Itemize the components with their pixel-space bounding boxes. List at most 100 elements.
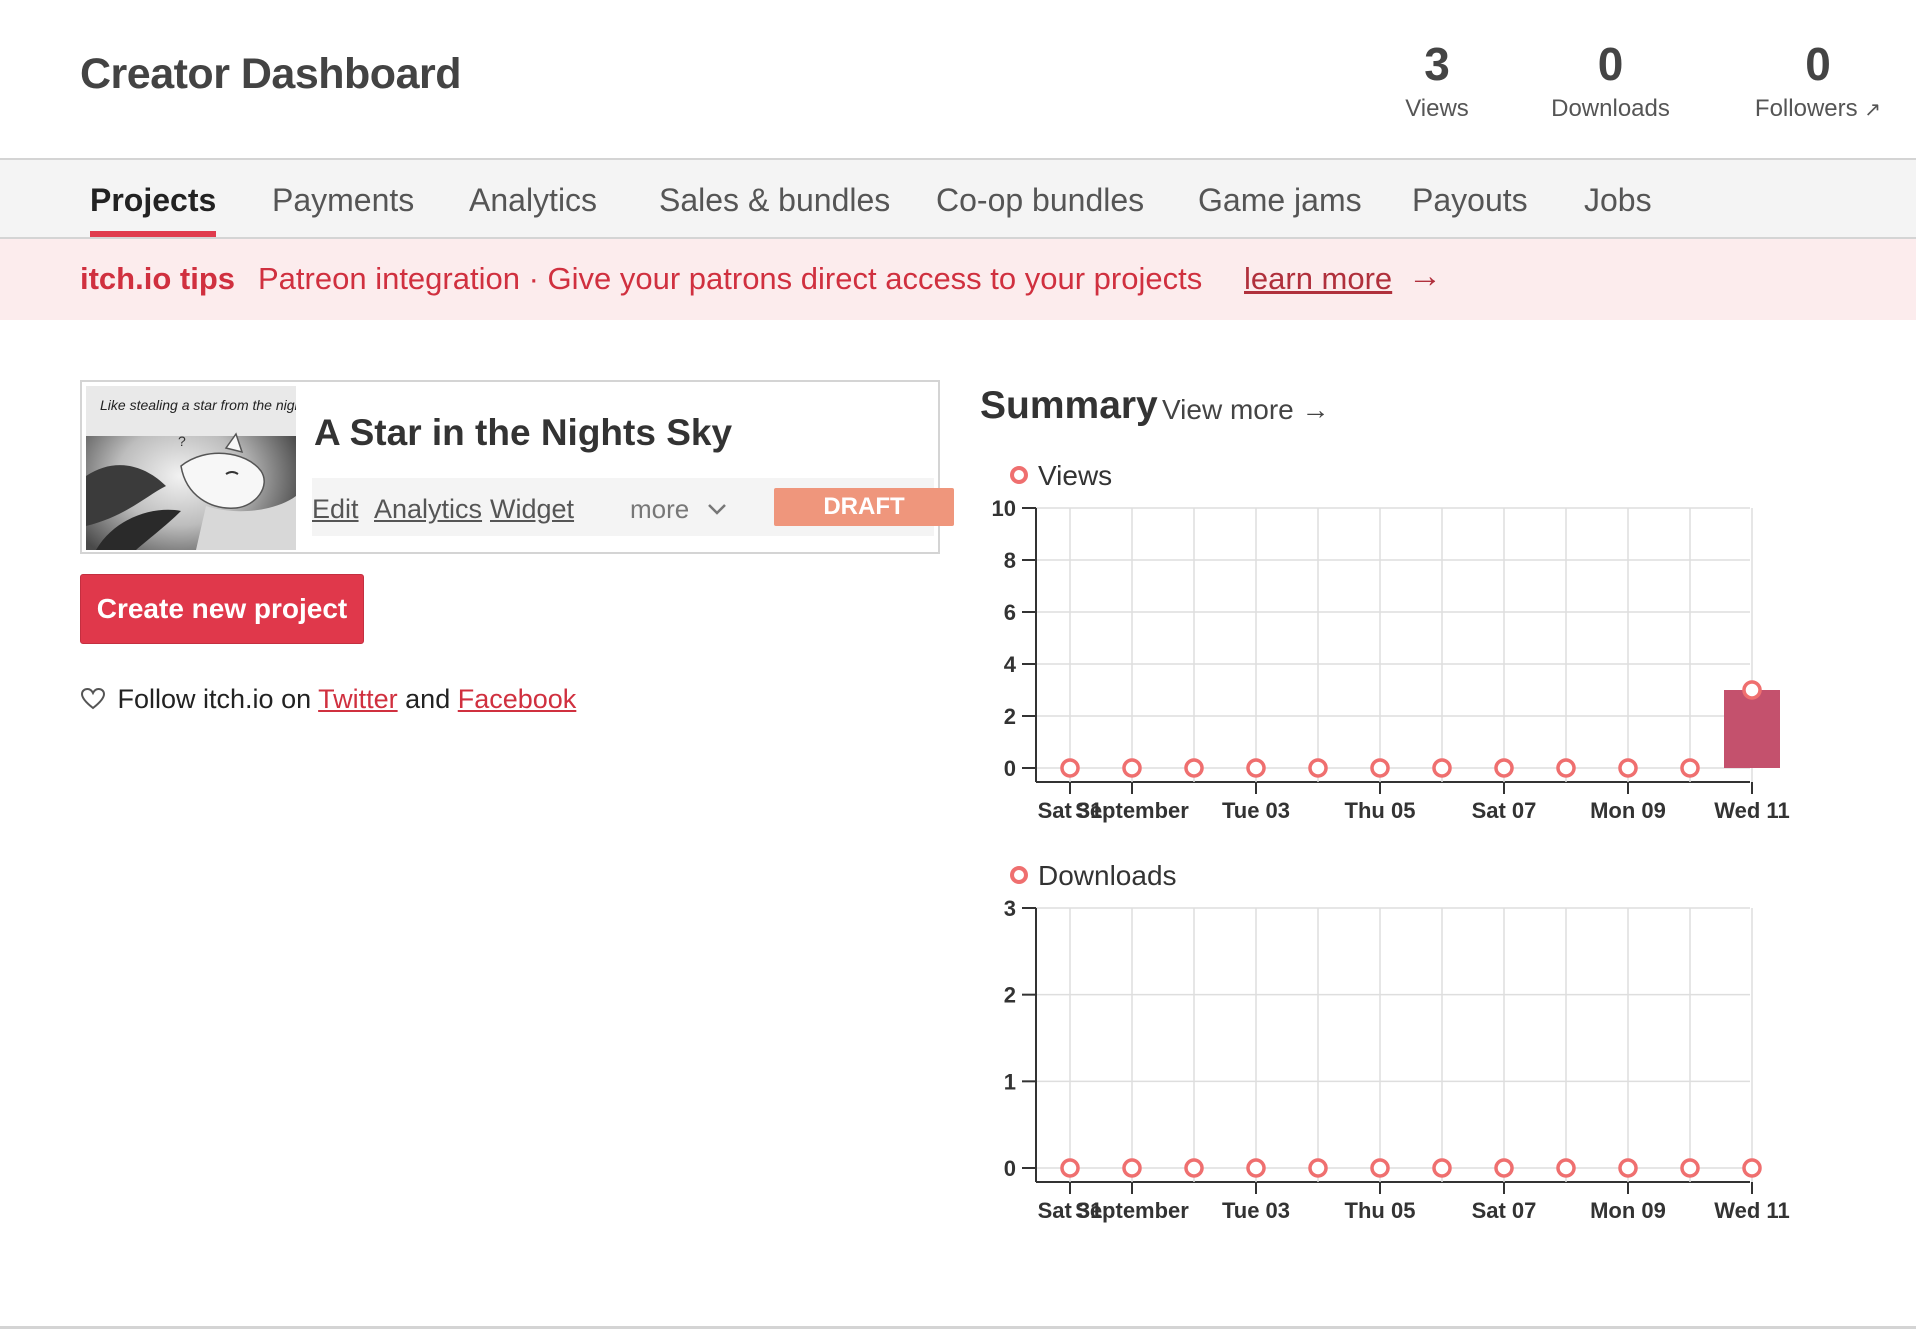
learn-more-link[interactable]: learn more [1244,261,1392,297]
tab-sales-bundles[interactable]: Sales & bundles [659,160,890,237]
data-point [1122,1158,1142,1178]
tab-payouts[interactable]: Payouts [1412,160,1528,237]
facebook-link[interactable]: Facebook [458,684,577,714]
tab-projects[interactable]: Projects [90,160,217,237]
data-point [1246,758,1266,778]
views-chart-title: Views [1038,460,1113,491]
svg-text:?: ? [178,433,186,449]
dashboard-header: Creator Dashboard 3 Views 0 Downloads 0 … [0,0,1916,158]
tab-coop-bundles[interactable]: Co-op bundles [936,160,1144,237]
more-dropdown[interactable]: more [630,494,728,525]
tab-payments[interactable]: Payments [272,160,414,237]
y-tick-label: 2 [1004,983,1016,1008]
followers-count: 0 [1805,38,1831,90]
data-point [1432,1158,1452,1178]
downloads-chart-title: Downloads [1038,860,1177,891]
active-tab-indicator [90,231,217,237]
summary-title: Summary [980,384,1158,427]
x-tick-label: Sat 07 [1472,1198,1537,1223]
footer-divider [0,1326,1916,1329]
data-point [1556,1158,1576,1178]
dashboard-nav: Projects Payments Analytics Sales & bund… [0,158,1916,239]
data-point [1742,1158,1762,1178]
y-tick-label: 6 [1004,600,1016,625]
data-point [1060,758,1080,778]
data-point [1122,758,1142,778]
views-count: 3 [1424,38,1450,90]
tips-text: Patreon integration · Give your patrons … [258,261,1203,296]
y-tick-label: 4 [1004,652,1017,677]
data-point [1060,1158,1080,1178]
project-actions-bar: Edit Analytics Widget more DRAFT [312,478,954,536]
twitter-link[interactable]: Twitter [318,684,398,714]
thumbnail-art: ? Like stealing a star from the night sk… [86,386,296,550]
downloads-count: 0 [1597,38,1624,90]
x-tick-label: September [1075,1198,1189,1223]
data-point [1432,758,1452,778]
followers-label: Followers [1754,95,1858,122]
tab-label: Projects [90,182,217,218]
y-tick-label: 10 [992,496,1016,521]
x-tick-label: Tue 03 [1222,1198,1290,1223]
x-tick-label: September [1075,798,1189,823]
thumbnail-caption: Like stealing a star from the night sky [100,397,296,413]
x-tick-label: Mon 09 [1590,1198,1666,1223]
data-point [1618,1158,1638,1178]
x-tick-label: Mon 09 [1590,798,1666,823]
data-point [1618,758,1638,778]
downloads-stat[interactable]: 0 Downloads [1538,36,1683,124]
x-tick-label: Thu 05 [1345,798,1416,823]
heart-icon [80,687,106,710]
data-point [1308,1158,1328,1178]
views-stat[interactable]: 3 Views [1392,36,1482,124]
y-tick-label: 8 [1004,548,1016,573]
x-tick-label: Wed 11 [1714,798,1789,823]
data-point [1246,1158,1266,1178]
data-point [1184,1158,1204,1178]
view-more-link[interactable]: View more → [1162,394,1330,426]
followers-stat[interactable]: 0 Followers ↗ [1738,36,1898,125]
views-label: Views [1405,95,1469,122]
tab-analytics[interactable]: Analytics [469,160,597,237]
data-point [1370,1158,1390,1178]
chevron-down-icon [708,504,727,515]
data-point [1184,758,1204,778]
views-chart: 0246810Sat 31September Tue 03 Thu 05 Sat 07… [992,496,1790,823]
data-point [1308,758,1328,778]
x-tick-label: Sat 07 [1472,798,1537,823]
data-point [1680,758,1700,778]
followers-label-wrap: Followers ↗ [1738,94,1898,125]
y-tick-label: 0 [1004,1156,1016,1181]
data-point [1494,758,1514,778]
tab-jobs[interactable]: Jobs [1584,160,1652,237]
y-tick-label: 3 [1004,896,1016,921]
x-tick-label: Thu 05 [1345,1198,1416,1223]
project-card: ? Like stealing a star from the night sk… [80,380,954,554]
tips-banner: itch.io tips Patreon integration · Give … [0,239,1916,320]
more-label: more [630,494,690,524]
analytics-link[interactable]: Analytics [374,494,482,525]
downloads-label: Downloads [1551,95,1670,122]
project-title[interactable]: A Star in the Nights Sky [314,412,732,454]
tips-label: itch.io tips [80,261,235,296]
follow-line: Follow itch.io on Twitter and Facebook [80,684,576,715]
create-new-project-button[interactable]: Create new project [80,574,364,644]
views-chart-legend: Views [1010,460,1112,492]
follow-prefix: Follow itch.io on [117,684,312,714]
y-tick-label: 0 [1004,756,1016,781]
external-arrow-icon: ↗ [1864,99,1882,121]
project-thumbnail[interactable]: ? Like stealing a star from the night sk… [86,386,296,550]
y-tick-label: 1 [1004,1069,1016,1094]
legend-marker [1010,866,1028,884]
edit-link[interactable]: Edit [312,494,359,525]
x-tick-label: Tue 03 [1222,798,1290,823]
y-tick-label: 2 [1004,704,1016,729]
arrow-right-icon: → [1408,257,1442,295]
tab-game-jams[interactable]: Game jams [1198,160,1362,237]
data-point [1556,758,1576,778]
data-bar [1724,690,1780,768]
data-point [1370,758,1390,778]
legend-marker [1010,466,1028,484]
widget-link[interactable]: Widget [490,494,574,525]
x-tick-label: Wed 11 [1714,1198,1789,1223]
